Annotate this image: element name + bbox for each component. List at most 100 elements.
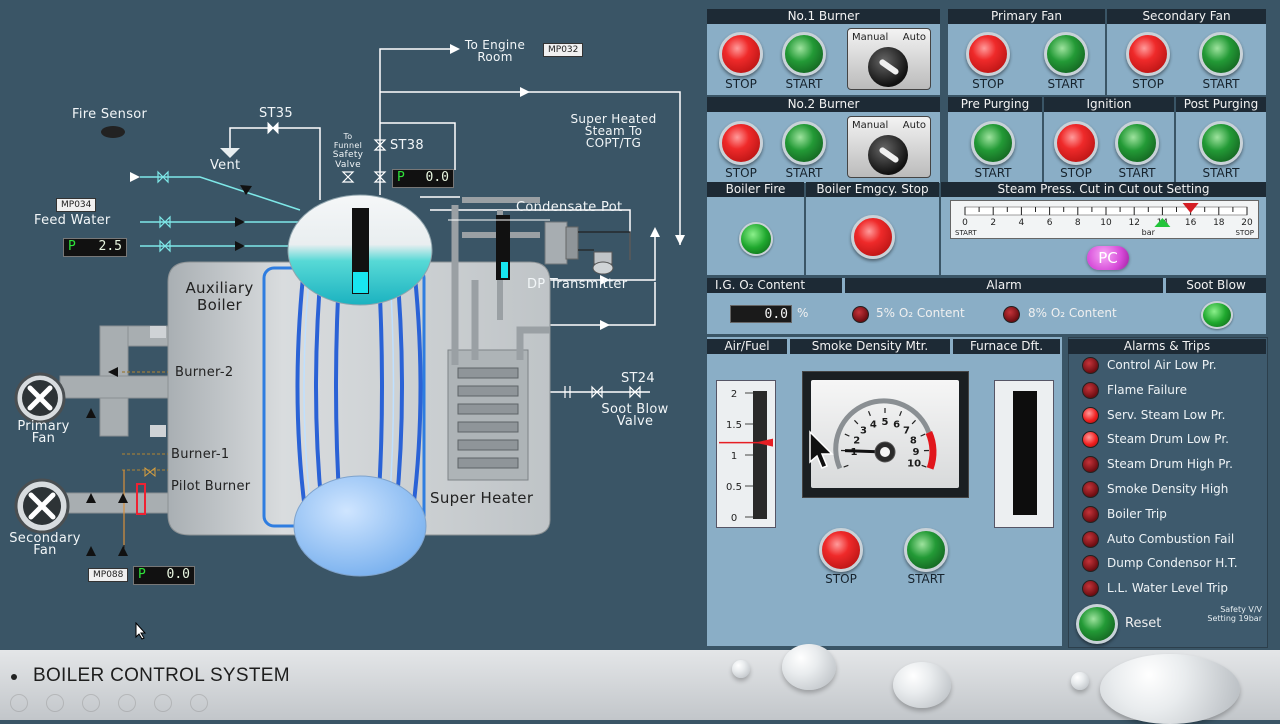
no2-manual-label: Manual [852, 120, 888, 131]
pre-purging-start-button[interactable] [971, 121, 1015, 165]
steam-press-scale: 02468101214161820STARTSTOPbar [950, 200, 1259, 239]
scale-tick-label: 0 [962, 218, 968, 228]
alarm-indicator-lamp [1082, 456, 1099, 473]
more-icon[interactable] [190, 694, 208, 712]
af-tick-label: 2 [731, 389, 737, 400]
ignition-header: Ignition [1044, 97, 1174, 112]
alarm-label: Dump Condensor H.T. [1107, 556, 1238, 570]
soot-blow-header: Soot Blow [1166, 278, 1266, 293]
decorative-droplet [893, 662, 951, 708]
secondary-fan-start-button[interactable] [1199, 32, 1243, 76]
no2-burner-stop-button[interactable] [719, 121, 763, 165]
no2-burner-stop-label: STOP [711, 166, 771, 180]
no1-burner-stop-button[interactable] [719, 32, 763, 76]
zoom-icon[interactable] [154, 694, 172, 712]
boiler-mimic-diagram: To Engine Room MP032 Super Heated Steam … [0, 0, 705, 650]
pc-badge[interactable]: PC [1087, 246, 1129, 270]
secondary-fan-header: Secondary Fan [1107, 9, 1266, 24]
primary-fan-start-button[interactable] [1044, 32, 1088, 76]
no2-burner-start-button[interactable] [782, 121, 826, 165]
no2-selector-knob[interactable] [868, 135, 908, 175]
alarm-row: Steam Drum High Pr. [1070, 453, 1266, 477]
gauge-red-zone [929, 432, 933, 468]
slideshow-controls[interactable] [10, 694, 210, 714]
post-purging-header: Post Purging [1176, 97, 1266, 112]
alarm-indicator-lamp [1082, 481, 1099, 498]
decorative-droplet [1071, 672, 1089, 690]
alarm-indicator-lamp [1082, 407, 1099, 424]
af-tick-label: 1 [731, 451, 737, 462]
post-purging-start-button[interactable] [1199, 121, 1243, 165]
gauge-tick-label: 6 [893, 419, 900, 430]
slide-footer: BOILER CONTROL SYSTEM [0, 650, 1280, 720]
no1-burner-mode-selector[interactable]: Manual Auto [847, 28, 931, 90]
fire-sensor-label: Fire Sensor [72, 107, 147, 122]
gauge-tick-label: 2 [853, 435, 860, 446]
o2-8-label: 8% O₂ Content [1028, 306, 1117, 320]
ignition-stop-label: STOP [1046, 166, 1106, 180]
st35-label: ST35 [259, 106, 293, 121]
primary-fan-header: Primary Fan [948, 9, 1105, 24]
ignition-start-label: START [1107, 166, 1167, 180]
gauge-tick-label: 8 [910, 435, 917, 446]
no2-burner-mode-selector[interactable]: Manual Auto [847, 116, 931, 178]
super-heated-steam-label: Super Heated Steam To COPT/TG [556, 113, 671, 149]
alarm-label: L.L. Water Level Trip [1107, 581, 1228, 595]
primary-fan-stop-button[interactable] [966, 32, 1010, 76]
instrument-stop-button[interactable] [819, 528, 863, 572]
air-fuel-meter: 21.510.50 [716, 380, 776, 528]
alarm-label: Steam Drum High Pr. [1107, 457, 1233, 471]
feed-water-value: 2.5 [99, 239, 122, 255]
mp088-pressure-display: P 0.0 [133, 566, 195, 585]
prev-icon[interactable] [10, 694, 28, 712]
alarm-label: Steam Drum Low Pr. [1107, 432, 1229, 446]
o2-5-lamp [852, 306, 869, 323]
air-fuel-header: Air/Fuel [707, 339, 787, 354]
no1-burner-start-button[interactable] [782, 32, 826, 76]
ignition-stop-button[interactable] [1054, 121, 1098, 165]
slides-icon[interactable] [118, 694, 136, 712]
gauge-tick [922, 465, 927, 467]
to-funnel-label: To Funnel [328, 132, 368, 150]
gauge-tick [845, 434, 850, 436]
af-tick-label: 1.5 [726, 420, 742, 431]
soot-blow-lamp[interactable] [1201, 301, 1233, 329]
ignition-start-button[interactable] [1115, 121, 1159, 165]
gauge-tick [900, 411, 902, 416]
dp-transmitter-label: DP Transmitter [527, 277, 627, 292]
alarm-row: Steam Drum Low Pr. [1070, 428, 1266, 452]
pen-icon[interactable] [82, 694, 100, 712]
no1-manual-label: Manual [852, 32, 888, 43]
footer-title: BOILER CONTROL SYSTEM [33, 665, 290, 687]
safety-valve-note: Safety V/V Setting 19bar [1188, 605, 1262, 623]
af-tick-label: 0 [731, 513, 737, 524]
alarm-row: Smoke Density High [1070, 478, 1266, 502]
alarm-label: Auto Combustion Fail [1107, 532, 1234, 546]
boiler-emergency-stop-button[interactable] [851, 215, 895, 259]
alarm-row: Boiler Trip [1070, 503, 1266, 527]
no1-selector-knob[interactable] [868, 47, 908, 87]
post-purging-start-label: START [1191, 166, 1251, 180]
alarm-row: Serv. Steam Low Pr. [1070, 404, 1266, 428]
alarm-indicator-lamp [1082, 555, 1099, 572]
o2-value-display: 0.0 [730, 305, 792, 323]
secondary-fan-stop-button[interactable] [1126, 32, 1170, 76]
next-icon[interactable] [46, 694, 64, 712]
o2-5-label: 5% O₂ Content [876, 306, 965, 320]
scale-tick-label: 18 [1213, 218, 1225, 228]
boiler-emergency-stop-header: Boiler Emgcy. Stop [806, 182, 939, 197]
alarm-indicator-lamp [1082, 382, 1099, 399]
alarm-indicator-lamp [1082, 531, 1099, 548]
to-engine-room-label: To Engine Room [455, 39, 535, 63]
instrument-start-button[interactable] [904, 528, 948, 572]
steam-press-header: Steam Press. Cut in Cut out Setting [941, 182, 1266, 197]
reset-label: Reset [1125, 616, 1161, 631]
instrument-start-label: START [896, 572, 956, 586]
scale-tick-label: 20 [1241, 218, 1253, 228]
safety-valve-label: Safety Valve [327, 150, 369, 170]
st24-label: ST24 [621, 371, 655, 386]
boiler-fire-header: Boiler Fire [707, 182, 804, 197]
reset-button[interactable] [1076, 604, 1118, 644]
no1-burner-header: No.1 Burner [707, 9, 940, 24]
no2-burner-start-label: START [774, 166, 834, 180]
